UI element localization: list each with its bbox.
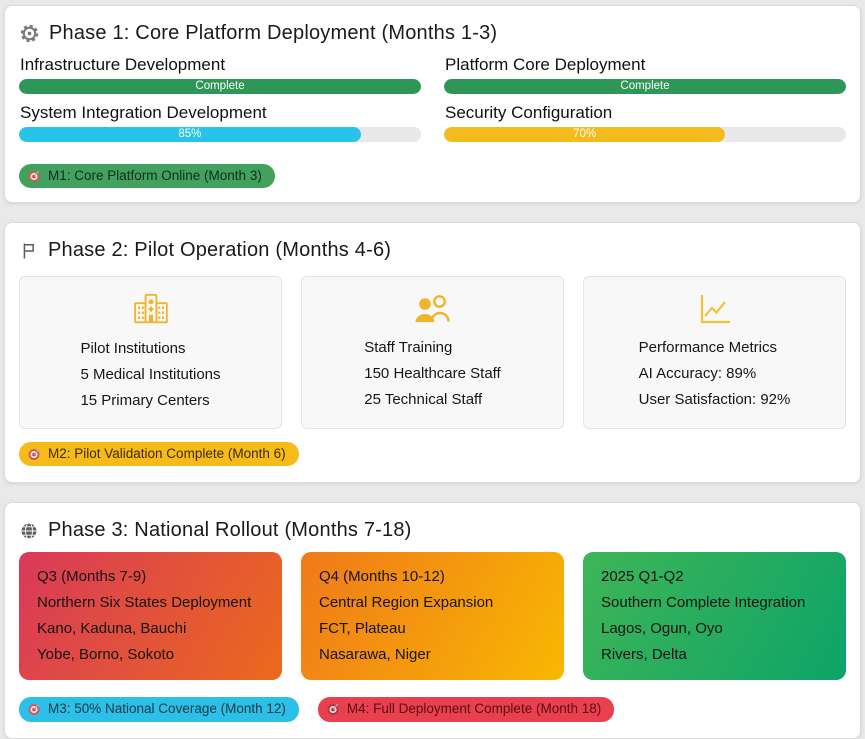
phase2-cards-row: Pilot Institutions 5 Medical Institution…	[17, 276, 848, 429]
region-card-2025-south: 2025 Q1-Q2 Southern Complete Integration…	[583, 552, 846, 680]
hospital-building-icon	[131, 291, 171, 327]
phase1-milestone-row: M1: Core Platform Online (Month 3)	[17, 164, 848, 188]
progress-bar-track: 70%	[444, 127, 846, 142]
card-line: AI Accuracy: 89%	[639, 361, 791, 387]
progress-bar-fill: Complete	[444, 79, 846, 94]
card-line: 25 Technical Staff	[364, 387, 500, 413]
phase3-cards-row: Q3 (Months 7-9) Northern Six States Depl…	[17, 552, 848, 680]
progress-item-infrastructure: Infrastructure Development Complete	[19, 55, 421, 94]
milestone-badge-m2: M2: Pilot Validation Complete (Month 6)	[19, 442, 299, 466]
progress-item-system-integration: System Integration Development 85%	[19, 103, 421, 142]
milestone-label: M3: 50% National Coverage (Month 12)	[48, 701, 286, 717]
card-title: Staff Training	[364, 335, 500, 361]
progress-bar-track: Complete	[444, 79, 846, 94]
region-card-q4-central: Q4 (Months 10-12) Central Region Expansi…	[301, 552, 564, 680]
progress-bar-fill: Complete	[19, 79, 421, 94]
phase3-title: Phase 3: National Rollout (Months 7-18)	[48, 519, 412, 542]
line-chart-icon	[697, 292, 733, 326]
globe-icon	[19, 521, 39, 541]
dart-target-icon	[27, 447, 41, 461]
people-icon	[413, 292, 453, 326]
pilot-institutions-card: Pilot Institutions 5 Medical Institution…	[19, 276, 282, 429]
phase2-title: Phase 2: Pilot Operation (Months 4-6)	[48, 239, 391, 262]
region-line: Southern Complete Integration	[601, 590, 828, 616]
card-text-block: Staff Training 150 Healthcare Staff 25 T…	[364, 335, 500, 413]
progress-item-security-config: Security Configuration 70%	[444, 103, 846, 142]
task-label: Security Configuration	[445, 103, 846, 123]
phase3-header: Phase 3: National Rollout (Months 7-18)	[17, 513, 848, 552]
region-line: Northern Six States Deployment	[37, 590, 264, 616]
milestone-label: M4: Full Deployment Complete (Month 18)	[347, 701, 601, 717]
phase1-panel: Phase 1: Core Platform Deployment (Month…	[4, 5, 861, 203]
region-line: Central Region Expansion	[319, 590, 546, 616]
progress-value: 85%	[178, 129, 201, 141]
phase2-panel: Phase 2: Pilot Operation (Months 4-6)	[4, 222, 861, 483]
progress-bar-track: Complete	[19, 79, 421, 94]
milestone-label: M2: Pilot Validation Complete (Month 6)	[48, 446, 286, 462]
phase2-header: Phase 2: Pilot Operation (Months 4-6)	[17, 233, 848, 272]
flag-icon	[19, 241, 39, 261]
progress-bar-fill: 70%	[444, 127, 725, 142]
staff-training-card: Staff Training 150 Healthcare Staff 25 T…	[301, 276, 564, 429]
card-title: Performance Metrics	[639, 335, 791, 361]
progress-value: Complete	[620, 81, 669, 93]
phase1-progress-grid: Infrastructure Development Complete Plat…	[17, 55, 848, 151]
task-label: System Integration Development	[20, 103, 421, 123]
milestone-column: M4: Full Deployment Complete (Month 18)	[318, 697, 614, 721]
region-line: Yobe, Borno, Sokoto	[37, 642, 264, 668]
card-title: Pilot Institutions	[80, 336, 220, 362]
region-line: Lagos, Ogun, Oyo	[601, 616, 828, 642]
milestone-badge-m3: M3: 50% National Coverage (Month 12)	[19, 697, 299, 721]
phase2-milestone-row: M2: Pilot Validation Complete (Month 6)	[17, 442, 848, 466]
phase1-title: Phase 1: Core Platform Deployment (Month…	[49, 22, 497, 45]
region-line: Kano, Kaduna, Bauchi	[37, 616, 264, 642]
phase3-milestones-row: M3: 50% National Coverage (Month 12) M4:…	[17, 697, 848, 721]
milestone-label: M1: Core Platform Online (Month 3)	[48, 168, 262, 184]
milestone-badge-m1: M1: Core Platform Online (Month 3)	[19, 164, 275, 188]
card-line: 15 Primary Centers	[80, 388, 220, 414]
task-label: Infrastructure Development	[20, 55, 421, 75]
milestone-column-empty	[633, 697, 846, 721]
region-quarter: 2025 Q1-Q2	[601, 564, 828, 590]
milestone-column: M3: 50% National Coverage (Month 12)	[19, 697, 299, 721]
region-line: Rivers, Delta	[601, 642, 828, 668]
region-card-q3-north: Q3 (Months 7-9) Northern Six States Depl…	[19, 552, 282, 680]
card-line: 150 Healthcare Staff	[364, 361, 500, 387]
region-line: Nasarawa, Niger	[319, 642, 546, 668]
region-line: FCT, Plateau	[319, 616, 546, 642]
performance-metrics-card: Performance Metrics AI Accuracy: 89% Use…	[583, 276, 846, 429]
progress-bar-fill: 85%	[19, 127, 361, 142]
dart-target-icon	[27, 702, 41, 716]
phase3-panel: Phase 3: National Rollout (Months 7-18) …	[4, 502, 861, 738]
region-quarter: Q3 (Months 7-9)	[37, 564, 264, 590]
progress-value: 70%	[573, 129, 596, 141]
phase1-header: Phase 1: Core Platform Deployment (Month…	[17, 16, 848, 55]
gear-icon	[19, 23, 40, 44]
progress-item-platform-core: Platform Core Deployment Complete	[444, 55, 846, 94]
dart-target-icon	[27, 169, 41, 183]
region-quarter: Q4 (Months 10-12)	[319, 564, 546, 590]
progress-value: Complete	[195, 81, 244, 93]
card-text-block: Performance Metrics AI Accuracy: 89% Use…	[639, 335, 791, 413]
task-label: Platform Core Deployment	[445, 55, 846, 75]
milestone-badge-m4: M4: Full Deployment Complete (Month 18)	[318, 697, 614, 721]
card-line: 5 Medical Institutions	[80, 362, 220, 388]
dart-target-icon	[326, 702, 340, 716]
progress-bar-track: 85%	[19, 127, 421, 142]
card-text-block: Pilot Institutions 5 Medical Institution…	[80, 336, 220, 414]
card-line: User Satisfaction: 92%	[639, 387, 791, 413]
